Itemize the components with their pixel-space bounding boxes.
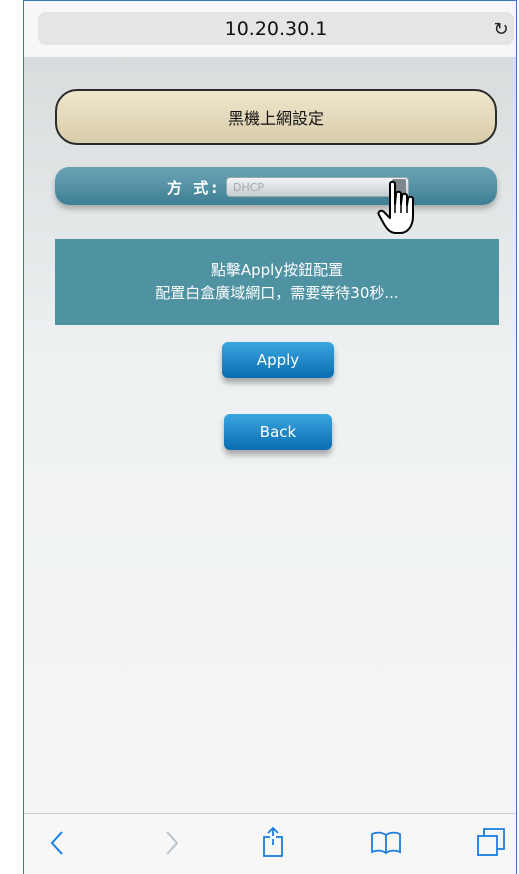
mode-row: 方 式: DHCP <box>55 167 497 205</box>
url-text: 10.20.30.1 <box>224 17 328 40</box>
page-title: 黑機上網設定 <box>227 109 324 128</box>
bookmarks-icon[interactable] <box>370 830 402 854</box>
mode-label: 方 式: <box>167 179 221 197</box>
share-icon[interactable] <box>262 826 284 858</box>
page-content: 黑機上網設定 方 式: DHCP 點擊Apply按鈕配置 配置白盒廣域網口，需要… <box>24 57 516 815</box>
info-line-1: 點擊Apply按鈕配置 <box>210 261 344 279</box>
apply-button-label: Apply <box>256 351 300 369</box>
info-panel: 點擊Apply按鈕配置 配置白盒廣域網口，需要等待30秒... <box>55 239 499 325</box>
back-button[interactable]: Back <box>224 414 332 450</box>
back-arrow-icon[interactable] <box>49 830 65 856</box>
tabs-icon[interactable] <box>476 827 506 857</box>
browser-toolbar <box>24 813 516 874</box>
info-line-2: 配置白盒廣域網口，需要等待30秒... <box>155 284 399 302</box>
address-bar[interactable]: 10.20.30.1 ↻ <box>38 12 514 45</box>
apply-button[interactable]: Apply <box>222 342 334 378</box>
browser-window: 10.20.30.1 ↻ 黑機上網設定 方 式: DHCP 點擊Apply按鈕配… <box>23 0 517 874</box>
page-title-panel: 黑機上網設定 <box>55 89 497 145</box>
browser-top-bar: 10.20.30.1 ↻ <box>24 1 516 57</box>
reload-icon[interactable]: ↻ <box>488 16 514 42</box>
back-button-label: Back <box>259 423 297 441</box>
hand-cursor-icon <box>377 180 414 234</box>
mode-select-value: DHCP <box>233 181 265 194</box>
forward-arrow-icon[interactable] <box>164 830 180 856</box>
